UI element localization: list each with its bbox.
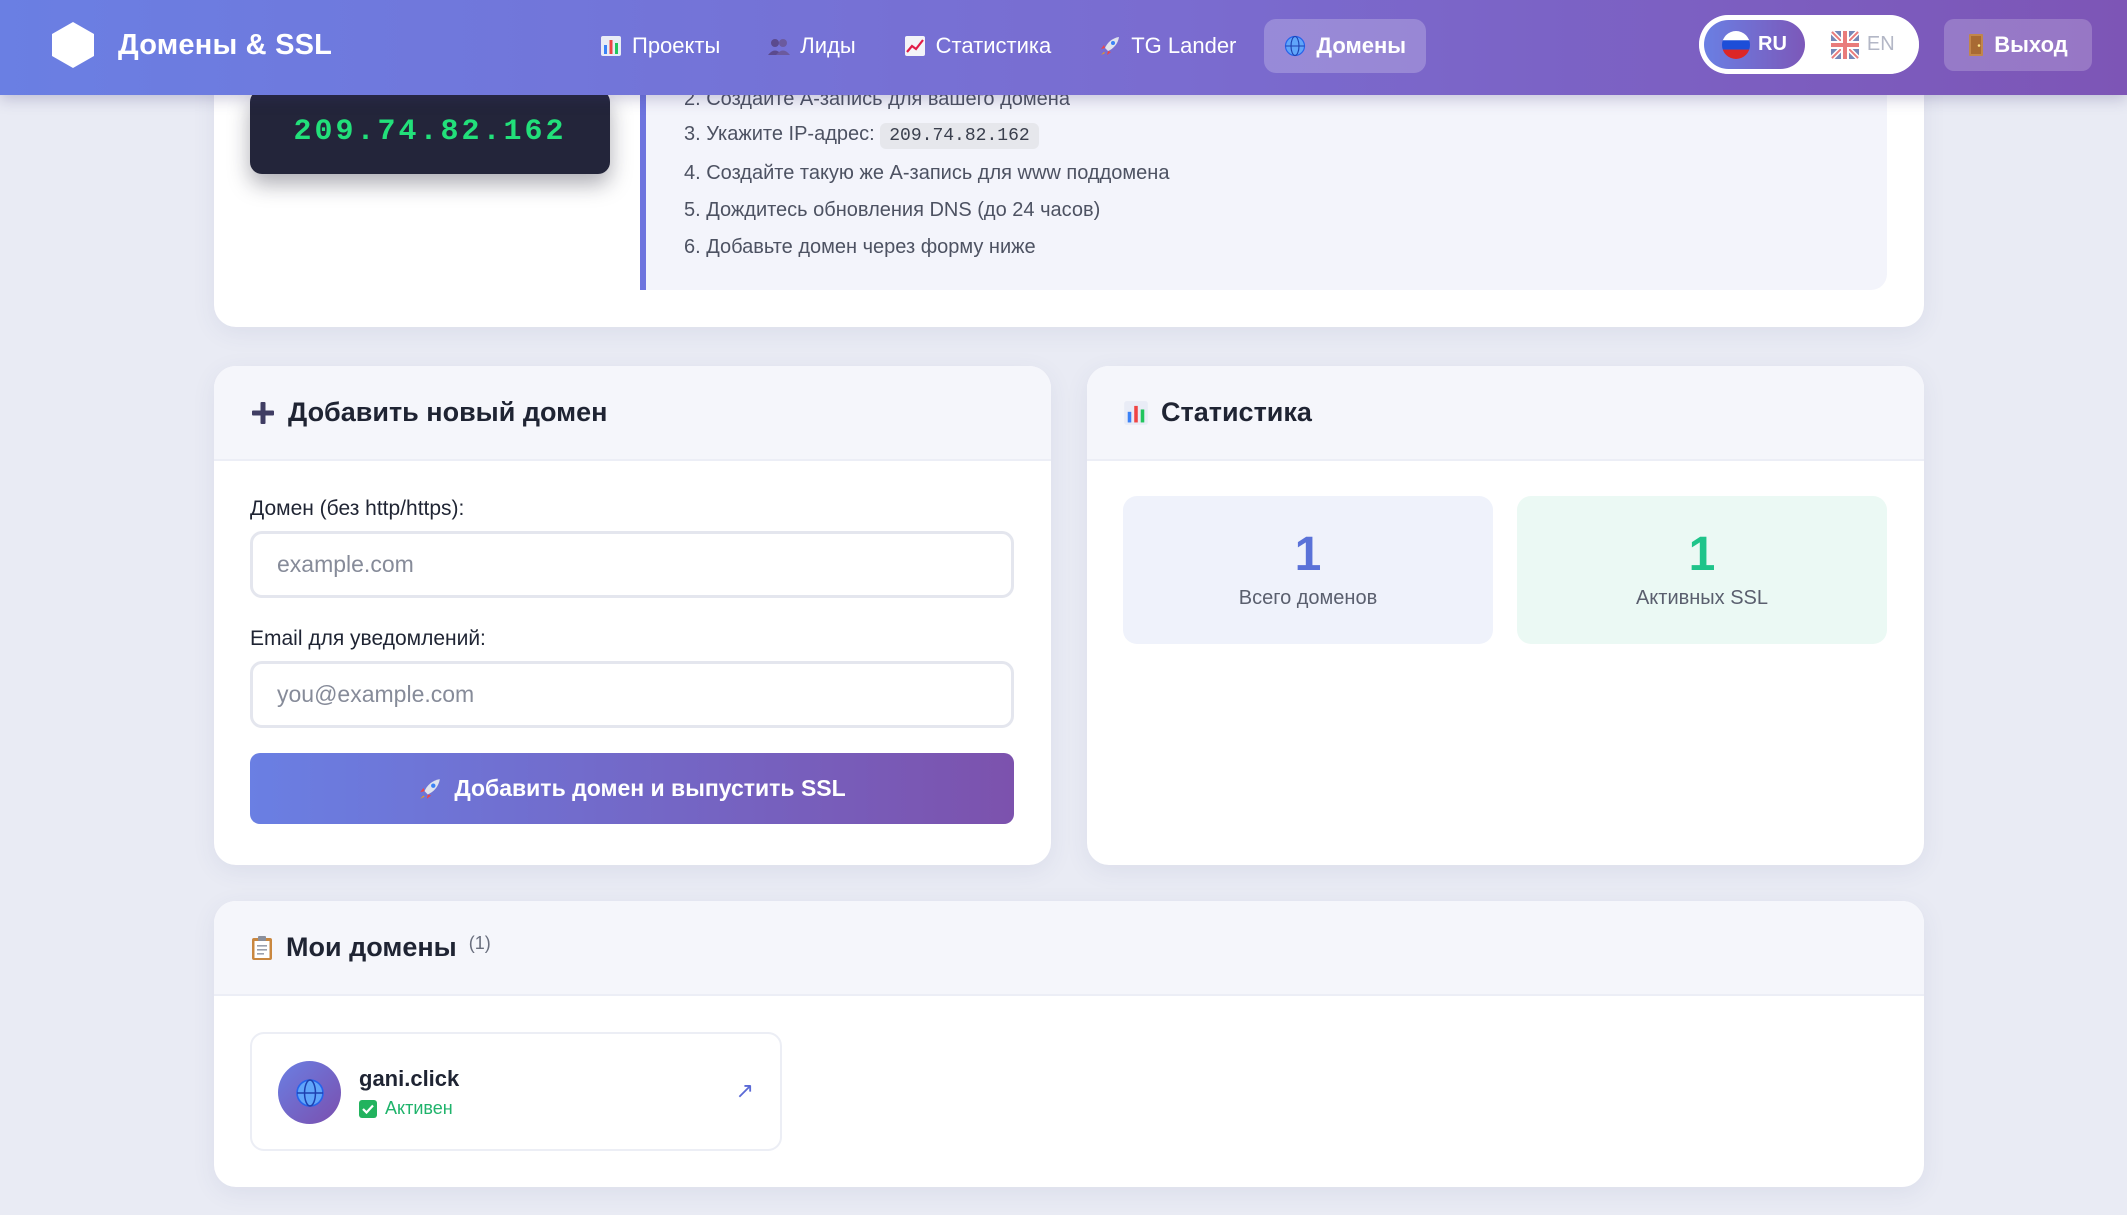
lang-en-button[interactable]: EN	[1813, 20, 1913, 69]
add-domain-submit-button[interactable]: Добавить домен и выпустить SSL	[250, 753, 1014, 824]
door-icon	[1969, 34, 1984, 56]
domain-input[interactable]	[250, 531, 1014, 598]
nav-item-label: Статистика	[935, 33, 1052, 58]
main-nav: Проекты Лиды Статистика TG Lander Домены	[580, 19, 1427, 73]
russia-flag-icon	[1722, 30, 1750, 59]
users-icon	[768, 39, 791, 55]
add-domain-header: Добавить новый домен	[214, 366, 1051, 461]
nav-item-leads[interactable]: Лиды	[748, 19, 875, 73]
total-domains-label: Всего доменов	[1238, 586, 1378, 609]
step-3: 3. Укажите IP-адрес: 209.74.82.162	[684, 123, 1039, 149]
nav-item-projects[interactable]: Проекты	[580, 19, 740, 73]
statistics-card: Статистика 1 Всего доменов 1 Активных SS…	[1087, 366, 1924, 865]
plus-icon	[252, 401, 274, 424]
add-domain-card: Добавить новый домен Домен (без http/htt…	[214, 366, 1051, 865]
top-navbar: Домены & SSL Проекты Лиды Статистика TG …	[0, 0, 2127, 95]
check-icon	[359, 1099, 377, 1118]
bar-chart-icon	[601, 36, 621, 56]
rocket-icon	[420, 778, 441, 799]
lang-en-label: EN	[1866, 33, 1895, 55]
uk-flag-icon	[1830, 30, 1859, 59]
submit-label: Добавить домен и выпустить SSL	[454, 775, 846, 801]
globe-icon	[295, 1078, 324, 1107]
step-4: 4. Создайте такую же A-запись для www по…	[684, 162, 1170, 184]
lang-ru-button[interactable]: RU	[1704, 20, 1805, 69]
statistics-header: Статистика	[1087, 366, 1924, 461]
trend-chart-icon	[904, 36, 925, 56]
step-3-text: 3. Укажите IP-адрес:	[684, 123, 875, 145]
statistics-title: Статистика	[1161, 397, 1312, 427]
domains-count: (1)	[468, 933, 491, 953]
active-ssl-value: 1	[1688, 527, 1716, 581]
domain-name: gani.click	[359, 1066, 460, 1091]
step-5: 5. Дождитесь обновления DNS (до 24 часов…	[684, 199, 1101, 221]
domain-item[interactable]: gani.click Активен ↗	[250, 1032, 782, 1151]
nav-item-statistics[interactable]: Статистика	[884, 19, 1072, 73]
nav-item-domains[interactable]: Домены	[1264, 19, 1427, 73]
email-field-label: Email для уведомлений:	[250, 627, 486, 650]
step-6: 6. Добавьте домен через форму ниже	[684, 236, 1036, 258]
nav-item-label: Проекты	[632, 33, 721, 58]
domain-status-label: Активен	[385, 1098, 453, 1118]
domain-field-label: Домен (без http/https):	[250, 497, 465, 520]
logout-button[interactable]: Выход	[1944, 19, 2092, 71]
email-input[interactable]	[250, 661, 1014, 728]
my-domains-card: Мои домены (1) gani.click Активен ↗	[214, 901, 1924, 1187]
dns-steps-list: 2. Создайте A-запись для вашего домена 3…	[640, 80, 1887, 290]
brand[interactable]: Домены & SSL	[50, 20, 332, 70]
active-ssl-label: Активных SSL	[1635, 586, 1769, 609]
my-domains-title: Мои домены	[286, 932, 457, 962]
ip-code-chip: 209.74.82.162	[880, 123, 1039, 149]
external-link-icon[interactable]: ↗	[736, 1078, 754, 1104]
bar-chart-icon	[1124, 400, 1148, 425]
language-switcher: RU EN	[1699, 15, 1919, 74]
total-domains-stat: 1 Всего доменов	[1123, 496, 1493, 644]
nav-item-label: Домены	[1316, 33, 1407, 58]
my-domains-header: Мои домены (1)	[214, 901, 1924, 996]
app-title: Домены & SSL	[118, 28, 333, 61]
add-domain-title: Добавить новый домен	[288, 397, 608, 427]
domain-status: Активен	[359, 1098, 453, 1119]
active-ssl-stat: 1 Активных SSL	[1517, 496, 1887, 644]
globe-icon	[1285, 35, 1306, 57]
nav-item-label: TG Lander	[1131, 33, 1237, 58]
logout-label: Выход	[1994, 32, 2068, 57]
total-domains-value: 1	[1294, 527, 1322, 581]
nav-item-tg-lander[interactable]: TG Lander	[1079, 19, 1256, 73]
nav-item-label: Лиды	[800, 33, 856, 58]
domain-avatar	[278, 1061, 341, 1124]
rocket-icon	[1101, 37, 1120, 55]
hexagon-logo-icon	[52, 22, 94, 68]
clipboard-icon	[252, 935, 272, 960]
server-ip-display: 209.74.82.162	[250, 90, 610, 174]
lang-ru-label: RU	[1758, 33, 1787, 55]
